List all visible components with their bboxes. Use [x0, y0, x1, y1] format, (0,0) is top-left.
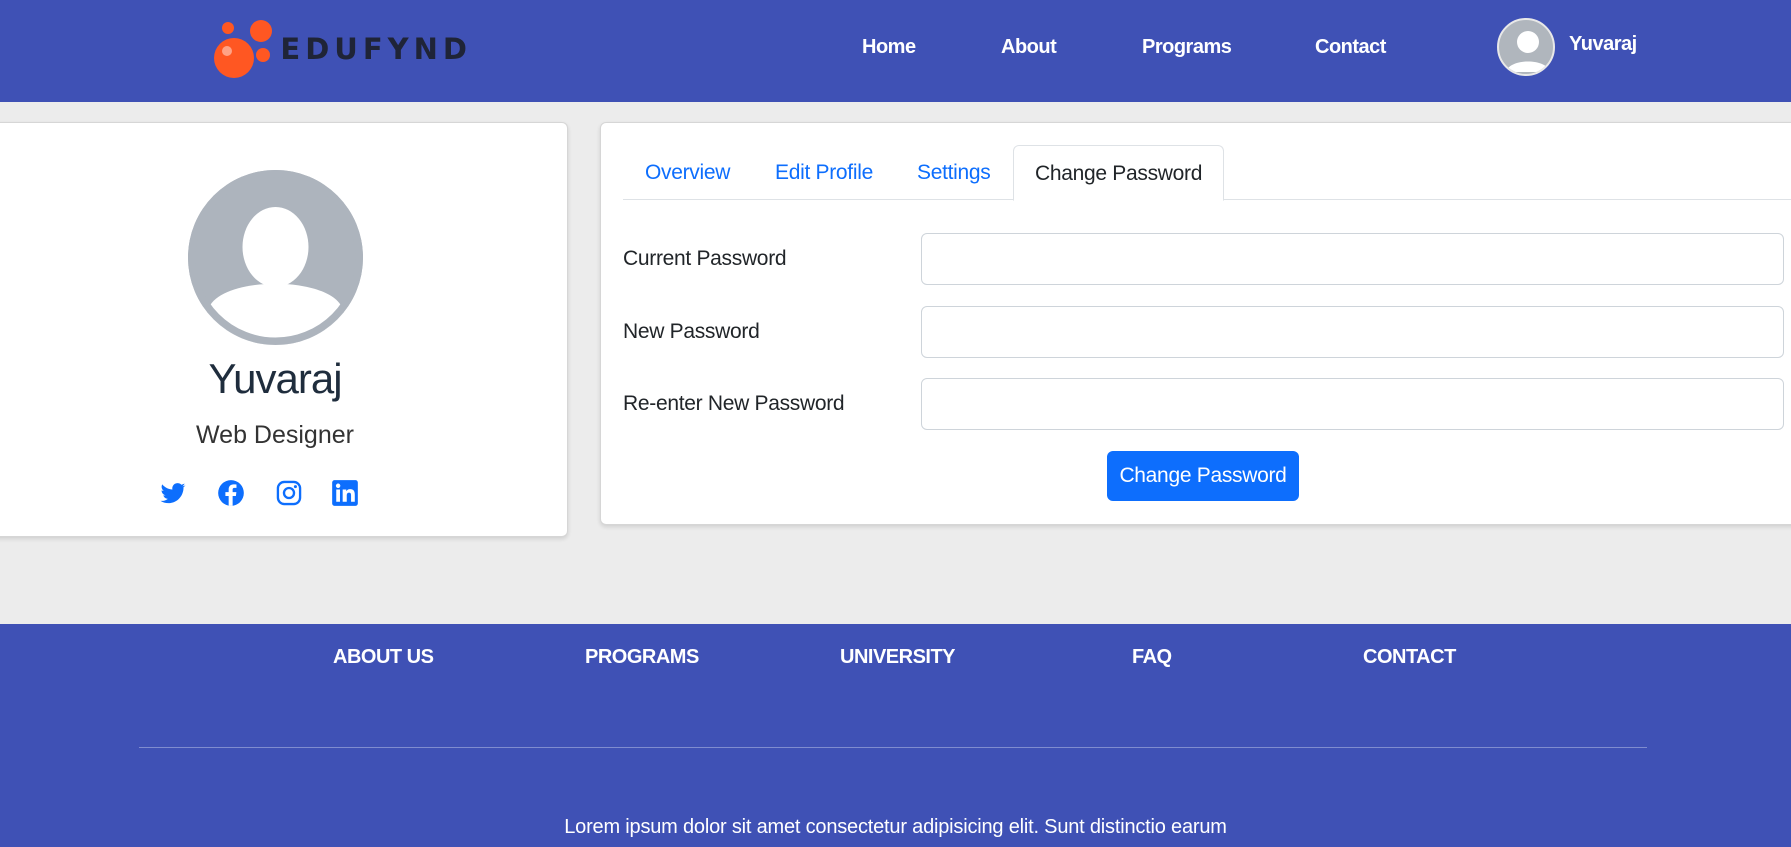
facebook-icon[interactable]	[217, 479, 245, 507]
user-silhouette-icon	[1506, 31, 1550, 72]
social-links	[0, 479, 569, 509]
instagram-icon[interactable]	[275, 479, 303, 507]
renew-password-label: Re-enter New Password	[623, 392, 845, 415]
user-menu[interactable]: Yuvaraj	[1497, 18, 1637, 76]
footer-link-about-us[interactable]: ABOUT US	[333, 646, 434, 669]
current-password-label: Current Password	[623, 247, 787, 270]
profile-avatar	[188, 170, 363, 345]
tab-settings[interactable]: Settings	[917, 145, 991, 200]
new-password-label: New Password	[623, 320, 760, 343]
renew-password-input[interactable]	[921, 378, 1784, 430]
brand-name: EDUFYND	[280, 32, 472, 66]
change-password-button[interactable]: Change Password	[1107, 451, 1299, 501]
nav-contact[interactable]: Contact	[1315, 36, 1386, 59]
footer-link-contact[interactable]: CONTACT	[1363, 646, 1456, 669]
linkedin-icon[interactable]	[331, 479, 359, 507]
nav-home[interactable]: Home	[862, 36, 916, 59]
brand-logo[interactable]: EDUFYND	[212, 18, 472, 80]
footer-description: Lorem ipsum dolor sit amet consectetur a…	[564, 816, 1227, 838]
user-name: Yuvaraj	[1569, 32, 1637, 55]
user-silhouette-icon	[188, 170, 363, 345]
top-navbar: EDUFYND Home About Programs Contact Yuva…	[0, 0, 1791, 102]
profile-tabs: Overview Edit Profile Settings Change Pa…	[623, 145, 1791, 201]
footer-link-programs[interactable]: PROGRAMS	[585, 646, 699, 669]
footer-link-faq[interactable]: FAQ	[1132, 646, 1172, 669]
new-password-input[interactable]	[921, 306, 1784, 358]
tab-change-password[interactable]: Change Password	[1013, 145, 1225, 201]
current-password-input[interactable]	[921, 233, 1784, 285]
nav-about[interactable]: About	[1001, 36, 1057, 59]
footer-divider	[139, 747, 1647, 748]
nav-programs[interactable]: Programs	[1142, 36, 1232, 59]
tab-edit-profile[interactable]: Edit Profile	[775, 145, 873, 200]
profile-name: Yuvaraj	[208, 355, 342, 402]
footer-link-university[interactable]: UNIVERSITY	[840, 646, 956, 669]
profile-card: Yuvaraj Web Designer	[0, 122, 568, 537]
site-footer: ABOUT US PROGRAMS UNIVERSITY FAQ CONTACT…	[0, 624, 1791, 847]
user-avatar	[1497, 18, 1555, 76]
twitter-icon[interactable]	[159, 479, 187, 507]
profile-role: Web Designer	[196, 421, 354, 449]
logo-bubbles-icon	[212, 18, 272, 80]
change-password-card: Overview Edit Profile Settings Change Pa…	[600, 122, 1791, 525]
tab-overview[interactable]: Overview	[645, 145, 730, 200]
